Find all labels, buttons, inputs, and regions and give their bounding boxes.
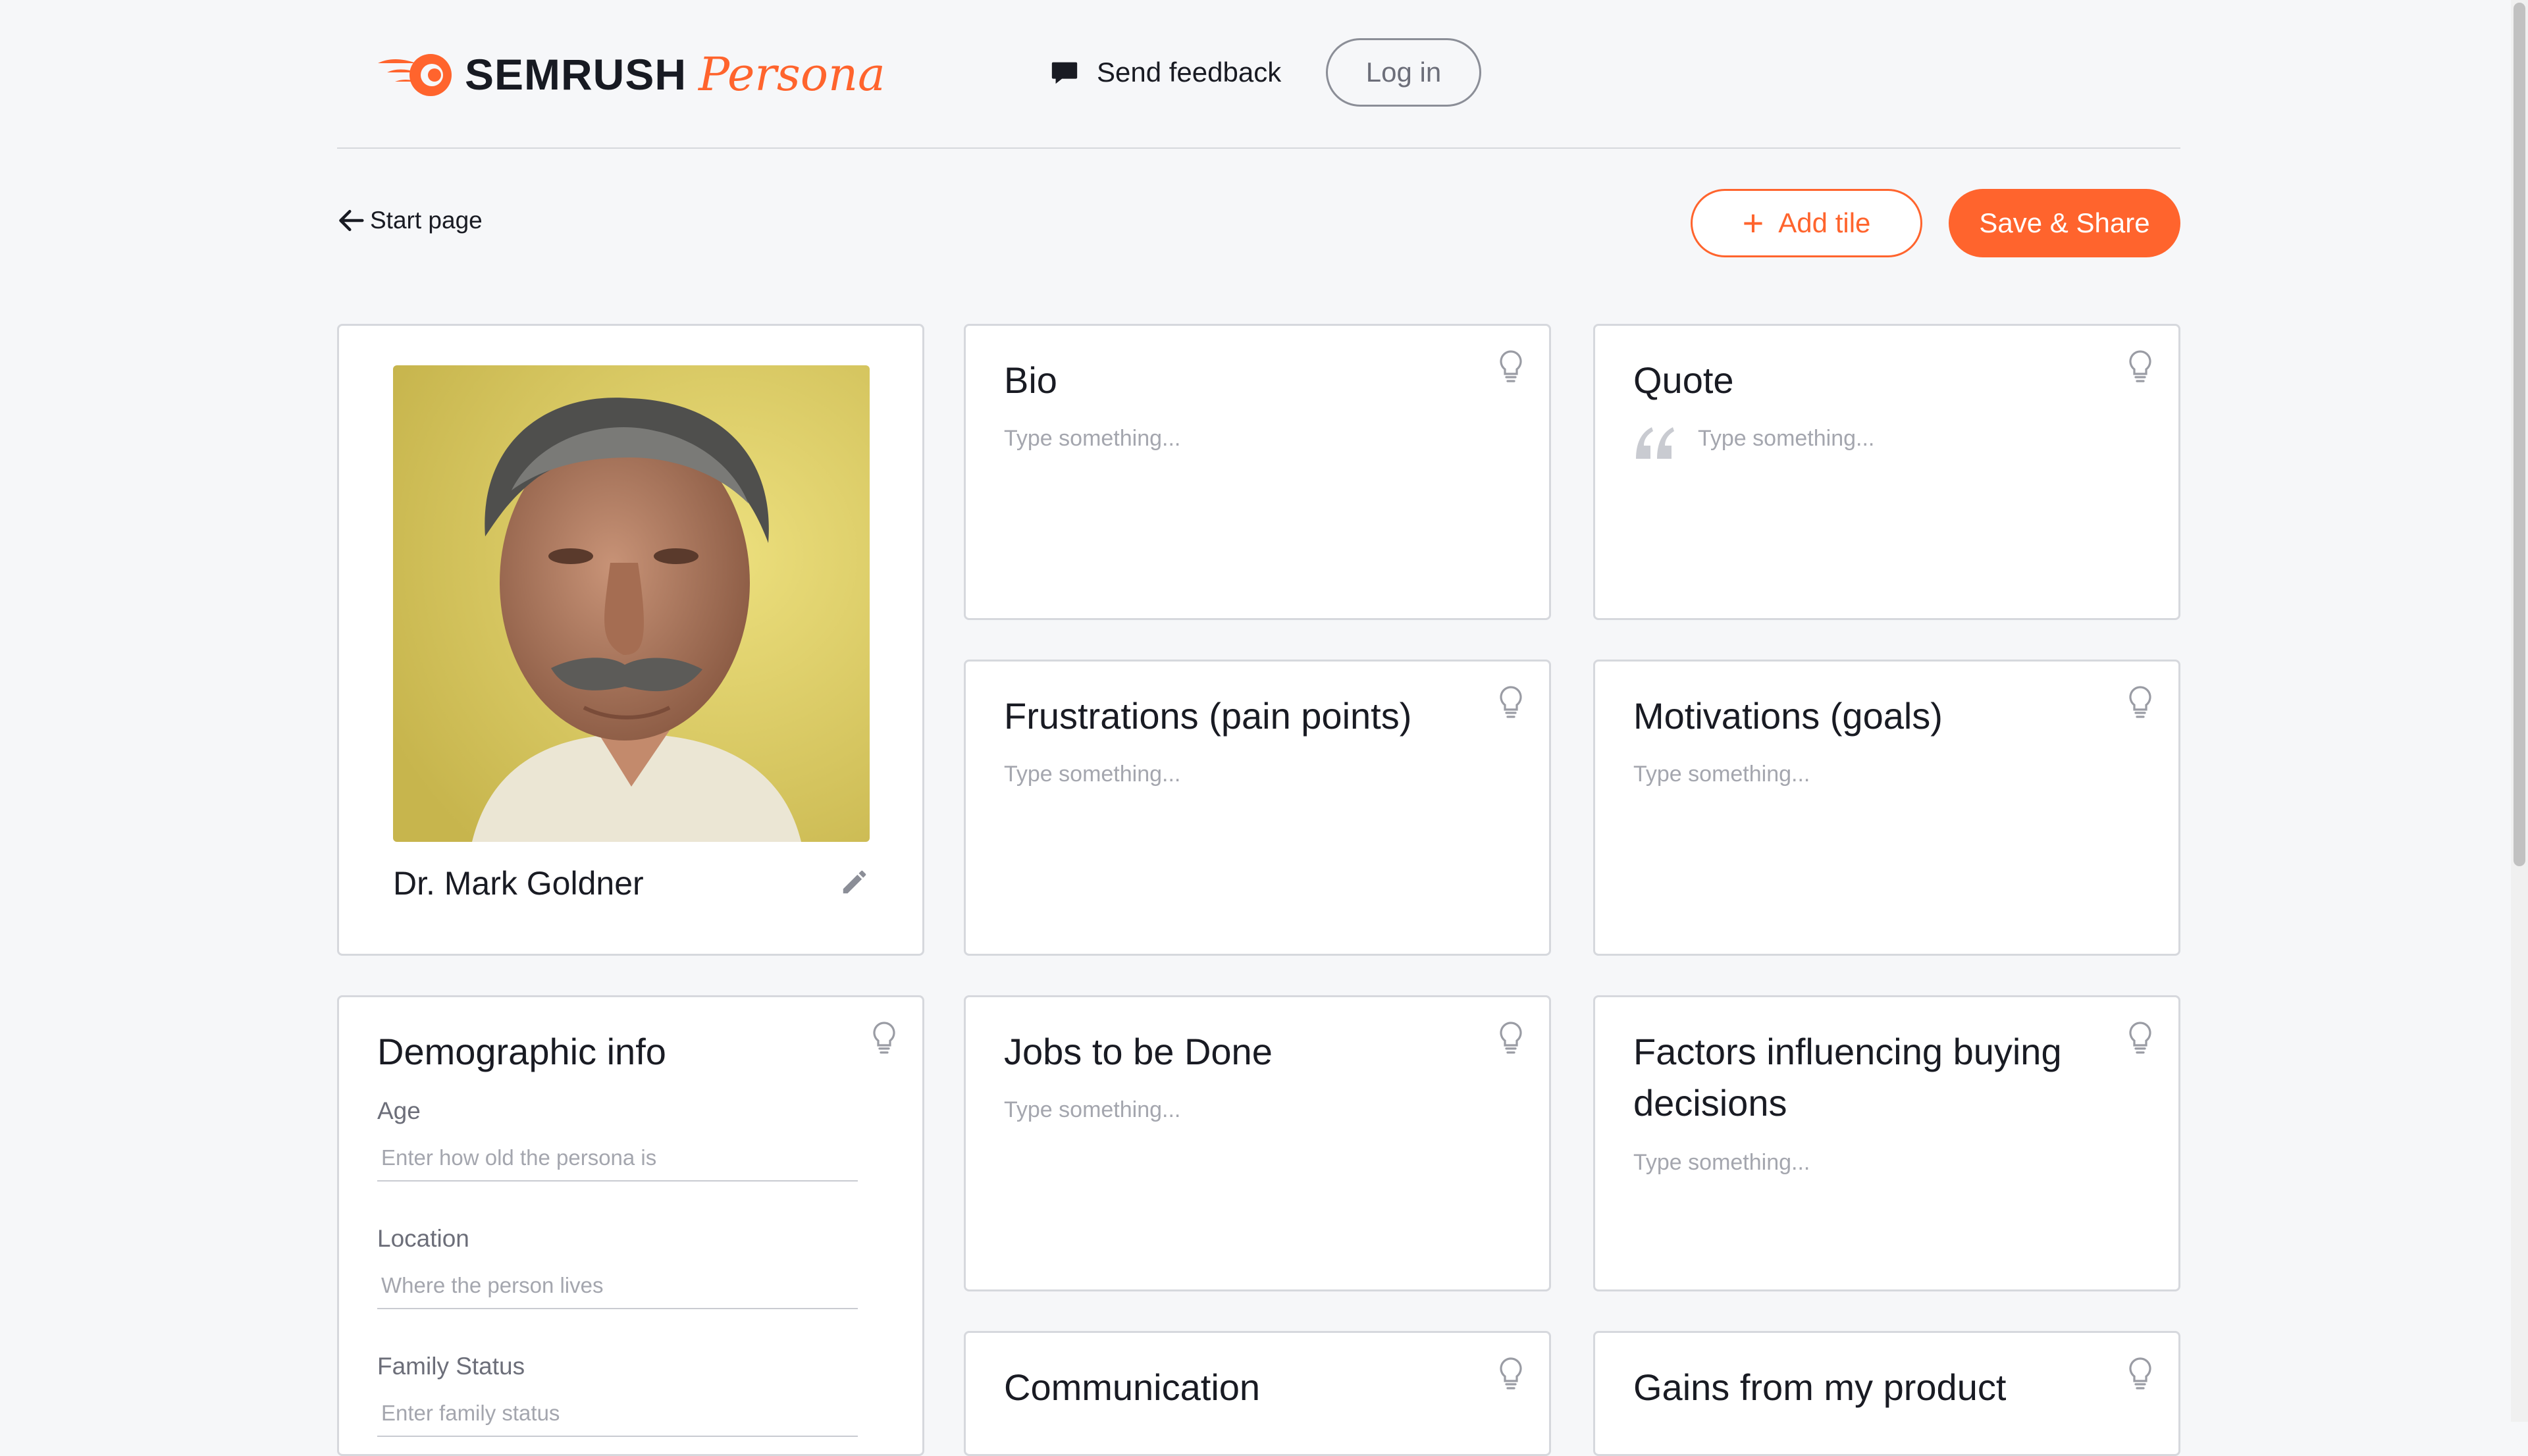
send-feedback-link[interactable]: Send feedback [1049,57,1281,88]
motivations-tile[interactable]: Motivations (goals) Type something... [1593,660,2180,956]
page-scrollbar[interactable] [2511,0,2528,1422]
login-button[interactable]: Log in [1326,38,1481,107]
arrow-left-icon [339,209,364,232]
factors-placeholder[interactable]: Type something... [1633,1150,1810,1176]
back-to-start-link[interactable]: Start page [337,207,483,234]
start-page-label: Start page [370,207,483,234]
scrollbar-thumb[interactable] [2514,3,2525,866]
lightbulb-icon[interactable] [1498,1021,1524,1055]
lightbulb-icon[interactable] [2127,350,2153,384]
quote-title: Quote [1633,359,1734,401]
age-label: Age [377,1097,421,1124]
quote-mark-icon [1636,427,1674,459]
semrush-fire-logo-icon [378,54,452,96]
factors-title: Factors influencing buying decisions [1633,1031,2062,1124]
jobs-placeholder[interactable]: Type something... [1004,1097,1180,1123]
frustrations-title: Frustrations (pain points) [1004,695,1412,737]
persona-name: Dr. Mark Goldner [393,865,644,902]
demographic-info-tile: Demographic info Age Location Family Sta… [337,995,924,1456]
add-tile-label: Add tile [1778,207,1871,238]
edit-pencil-icon[interactable] [839,867,870,897]
jobs-to-be-done-tile[interactable]: Jobs to be Done Type something... [964,995,1551,1291]
send-feedback-label: Send feedback [1097,57,1282,88]
lightbulb-icon[interactable] [2127,1021,2153,1055]
lightbulb-icon[interactable] [1498,350,1524,384]
quote-tile[interactable]: Quote Type something... [1593,324,2180,620]
chat-bubble-icon [1051,62,1078,84]
demographic-title: Demographic info [377,1031,666,1072]
buying-factors-tile[interactable]: Factors influencing buying decisions Typ… [1593,995,2180,1291]
age-input[interactable] [377,1135,858,1182]
lightbulb-icon[interactable] [1498,685,1524,719]
communication-tile[interactable]: Communication [964,1331,1551,1456]
frustrations-tile[interactable]: Frustrations (pain points) Type somethin… [964,660,1551,956]
lightbulb-icon[interactable] [2127,1357,2153,1391]
persona-photo-card: Dr. Mark Goldner [337,324,924,956]
product-name: Persona [698,47,885,101]
bio-title: Bio [1004,359,1057,401]
quote-placeholder[interactable]: Type something... [1698,426,1874,452]
motivations-placeholder[interactable]: Type something... [1633,762,1810,787]
save-share-button[interactable]: Save & Share [1949,189,2180,257]
lightbulb-icon[interactable] [2127,685,2153,719]
gains-title: Gains from my product [1633,1366,2007,1408]
family-status-input[interactable] [377,1391,858,1437]
frustrations-placeholder[interactable]: Type something... [1004,762,1180,787]
brand-name: SEMRUSH [465,50,687,99]
gains-tile[interactable]: Gains from my product [1593,1331,2180,1456]
communication-title: Communication [1004,1366,1261,1408]
semrush-persona-logo[interactable]: SEMRUSH Persona [375,47,885,101]
lightbulb-icon[interactable] [871,1021,897,1055]
location-input[interactable] [377,1263,858,1309]
location-label: Location [377,1225,469,1252]
plus-icon: + [1742,202,1764,244]
jobs-title: Jobs to be Done [1004,1031,1273,1072]
motivations-title: Motivations (goals) [1633,695,1943,737]
persona-avatar[interactable] [393,365,870,842]
top-header: SEMRUSH Persona Send feedback Log in [337,0,2180,149]
add-tile-button[interactable]: + Add tile [1691,189,1922,257]
bio-tile[interactable]: Bio Type something... [964,324,1551,620]
bio-placeholder[interactable]: Type something... [1004,426,1180,452]
family-status-label: Family Status [377,1353,525,1380]
persona-portrait-image [393,365,870,842]
lightbulb-icon[interactable] [1498,1357,1524,1391]
